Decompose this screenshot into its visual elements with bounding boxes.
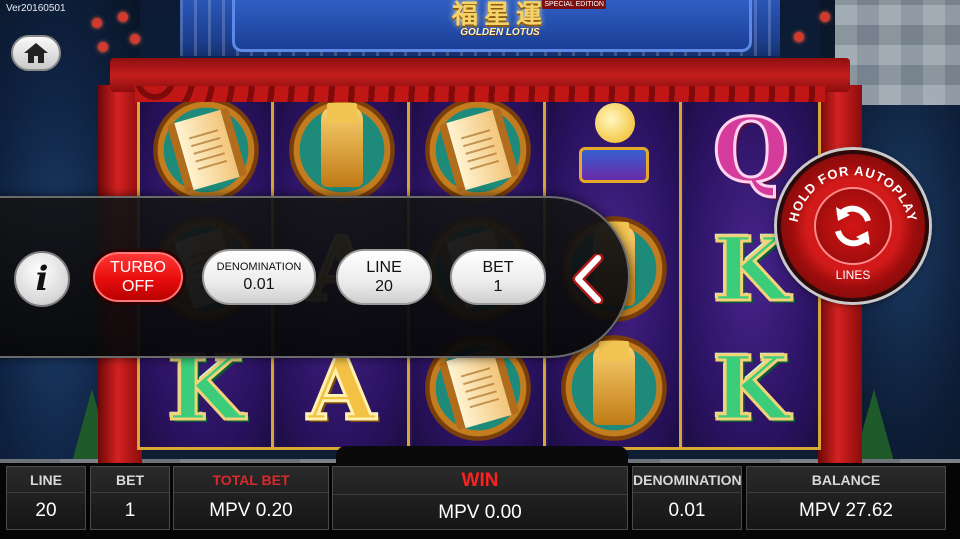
- status-bet-label: BET: [91, 467, 169, 493]
- status-total-bet: TOTAL BET MPV 0.20: [173, 466, 329, 530]
- status-balance: BALANCE MPV 27.62: [746, 466, 946, 530]
- home-icon: [24, 43, 48, 63]
- symbol-medallion: [152, 97, 259, 203]
- symbol-statue-icon: [288, 97, 395, 203]
- denomination-title: DENOMINATION: [216, 261, 302, 273]
- status-balance-label: BALANCE: [747, 467, 945, 493]
- status-win: WIN MPV 0.00: [332, 466, 628, 530]
- denomination-selector[interactable]: DENOMINATION 0.01: [202, 249, 316, 305]
- status-win-label: WIN: [333, 467, 627, 495]
- statue-icon: [320, 103, 363, 187]
- symbol-k: K: [698, 335, 804, 441]
- turbo-title: TURBO: [110, 258, 166, 276]
- scroll-icon: [438, 107, 519, 193]
- line-value: 20: [375, 277, 393, 295]
- denomination-value: 0.01: [243, 276, 275, 293]
- blossom-icon: [794, 32, 804, 42]
- autoplay-button[interactable]: HOLD FOR AUTOPLAY LINES: [777, 150, 929, 302]
- autoplay-core: [814, 187, 892, 265]
- game-logo: 福星運 GOLDEN LOTUS SPECIAL EDITION: [400, 0, 606, 38]
- autoplay-lines-label: LINES: [835, 268, 871, 282]
- blossom-icon: [98, 42, 108, 52]
- status-denomination-label: DENOMINATION: [633, 467, 742, 493]
- line-title: LINE: [366, 258, 402, 276]
- refresh-icon: [835, 205, 871, 247]
- orb-icon: [594, 103, 635, 143]
- symbol-letter: K: [711, 336, 790, 440]
- home-button[interactable]: [11, 35, 61, 71]
- status-win-value: MPV 0.00: [438, 502, 522, 523]
- symbol-medallion: [288, 97, 395, 203]
- status-denomination-value: 0.01: [668, 500, 706, 521]
- temple-curtain: [135, 86, 825, 102]
- status-bet: BET 1: [90, 466, 170, 530]
- bet-title: BET: [482, 258, 514, 276]
- logo-name: GOLDEN LOTUS: [460, 27, 540, 38]
- blossom-icon: [130, 34, 140, 44]
- status-balance-value: MPV 27.62: [799, 500, 893, 521]
- status-total-bet-label: TOTAL BET: [174, 467, 328, 493]
- collapse-panel-button[interactable]: [568, 252, 608, 306]
- version-label: Ver20160501: [6, 3, 66, 14]
- logo-badge: SPECIAL EDITION: [542, 0, 606, 9]
- statue-icon: [592, 341, 635, 425]
- status-bet-value: 1: [124, 500, 136, 521]
- turbo-value: OFF: [122, 277, 154, 295]
- scroll-icon: [438, 345, 519, 431]
- game-scene: 福星運 GOLDEN LOTUS SPECIAL EDITION KAAQKK …: [0, 0, 960, 539]
- turbo-toggle[interactable]: TURBO OFF: [90, 249, 186, 305]
- info-button[interactable]: i: [14, 251, 70, 307]
- symbol-orb-icon: [561, 97, 667, 203]
- status-line: LINE 20: [6, 466, 86, 530]
- status-denomination: DENOMINATION 0.01: [632, 466, 742, 530]
- status-total-bet-value: MPV 0.20: [209, 500, 293, 521]
- status-line-label: LINE: [7, 467, 85, 493]
- chevron-left-icon: [572, 252, 604, 306]
- bet-selector[interactable]: BET 1: [450, 249, 546, 305]
- blossom-icon: [92, 18, 102, 28]
- symbol-medallion: [561, 97, 667, 203]
- symbol-medallion: [424, 97, 531, 203]
- pedestal-icon: [578, 147, 649, 183]
- scroll-icon: [166, 107, 247, 193]
- symbol-scroll-icon: [152, 97, 259, 203]
- bet-value: 1: [493, 277, 503, 295]
- status-line-value: 20: [35, 500, 57, 521]
- blossom-icon: [820, 12, 830, 22]
- info-icon: i: [35, 259, 49, 299]
- symbol-scroll-icon: [424, 97, 531, 203]
- line-selector[interactable]: LINE 20: [336, 249, 432, 305]
- blossom-icon: [118, 12, 128, 22]
